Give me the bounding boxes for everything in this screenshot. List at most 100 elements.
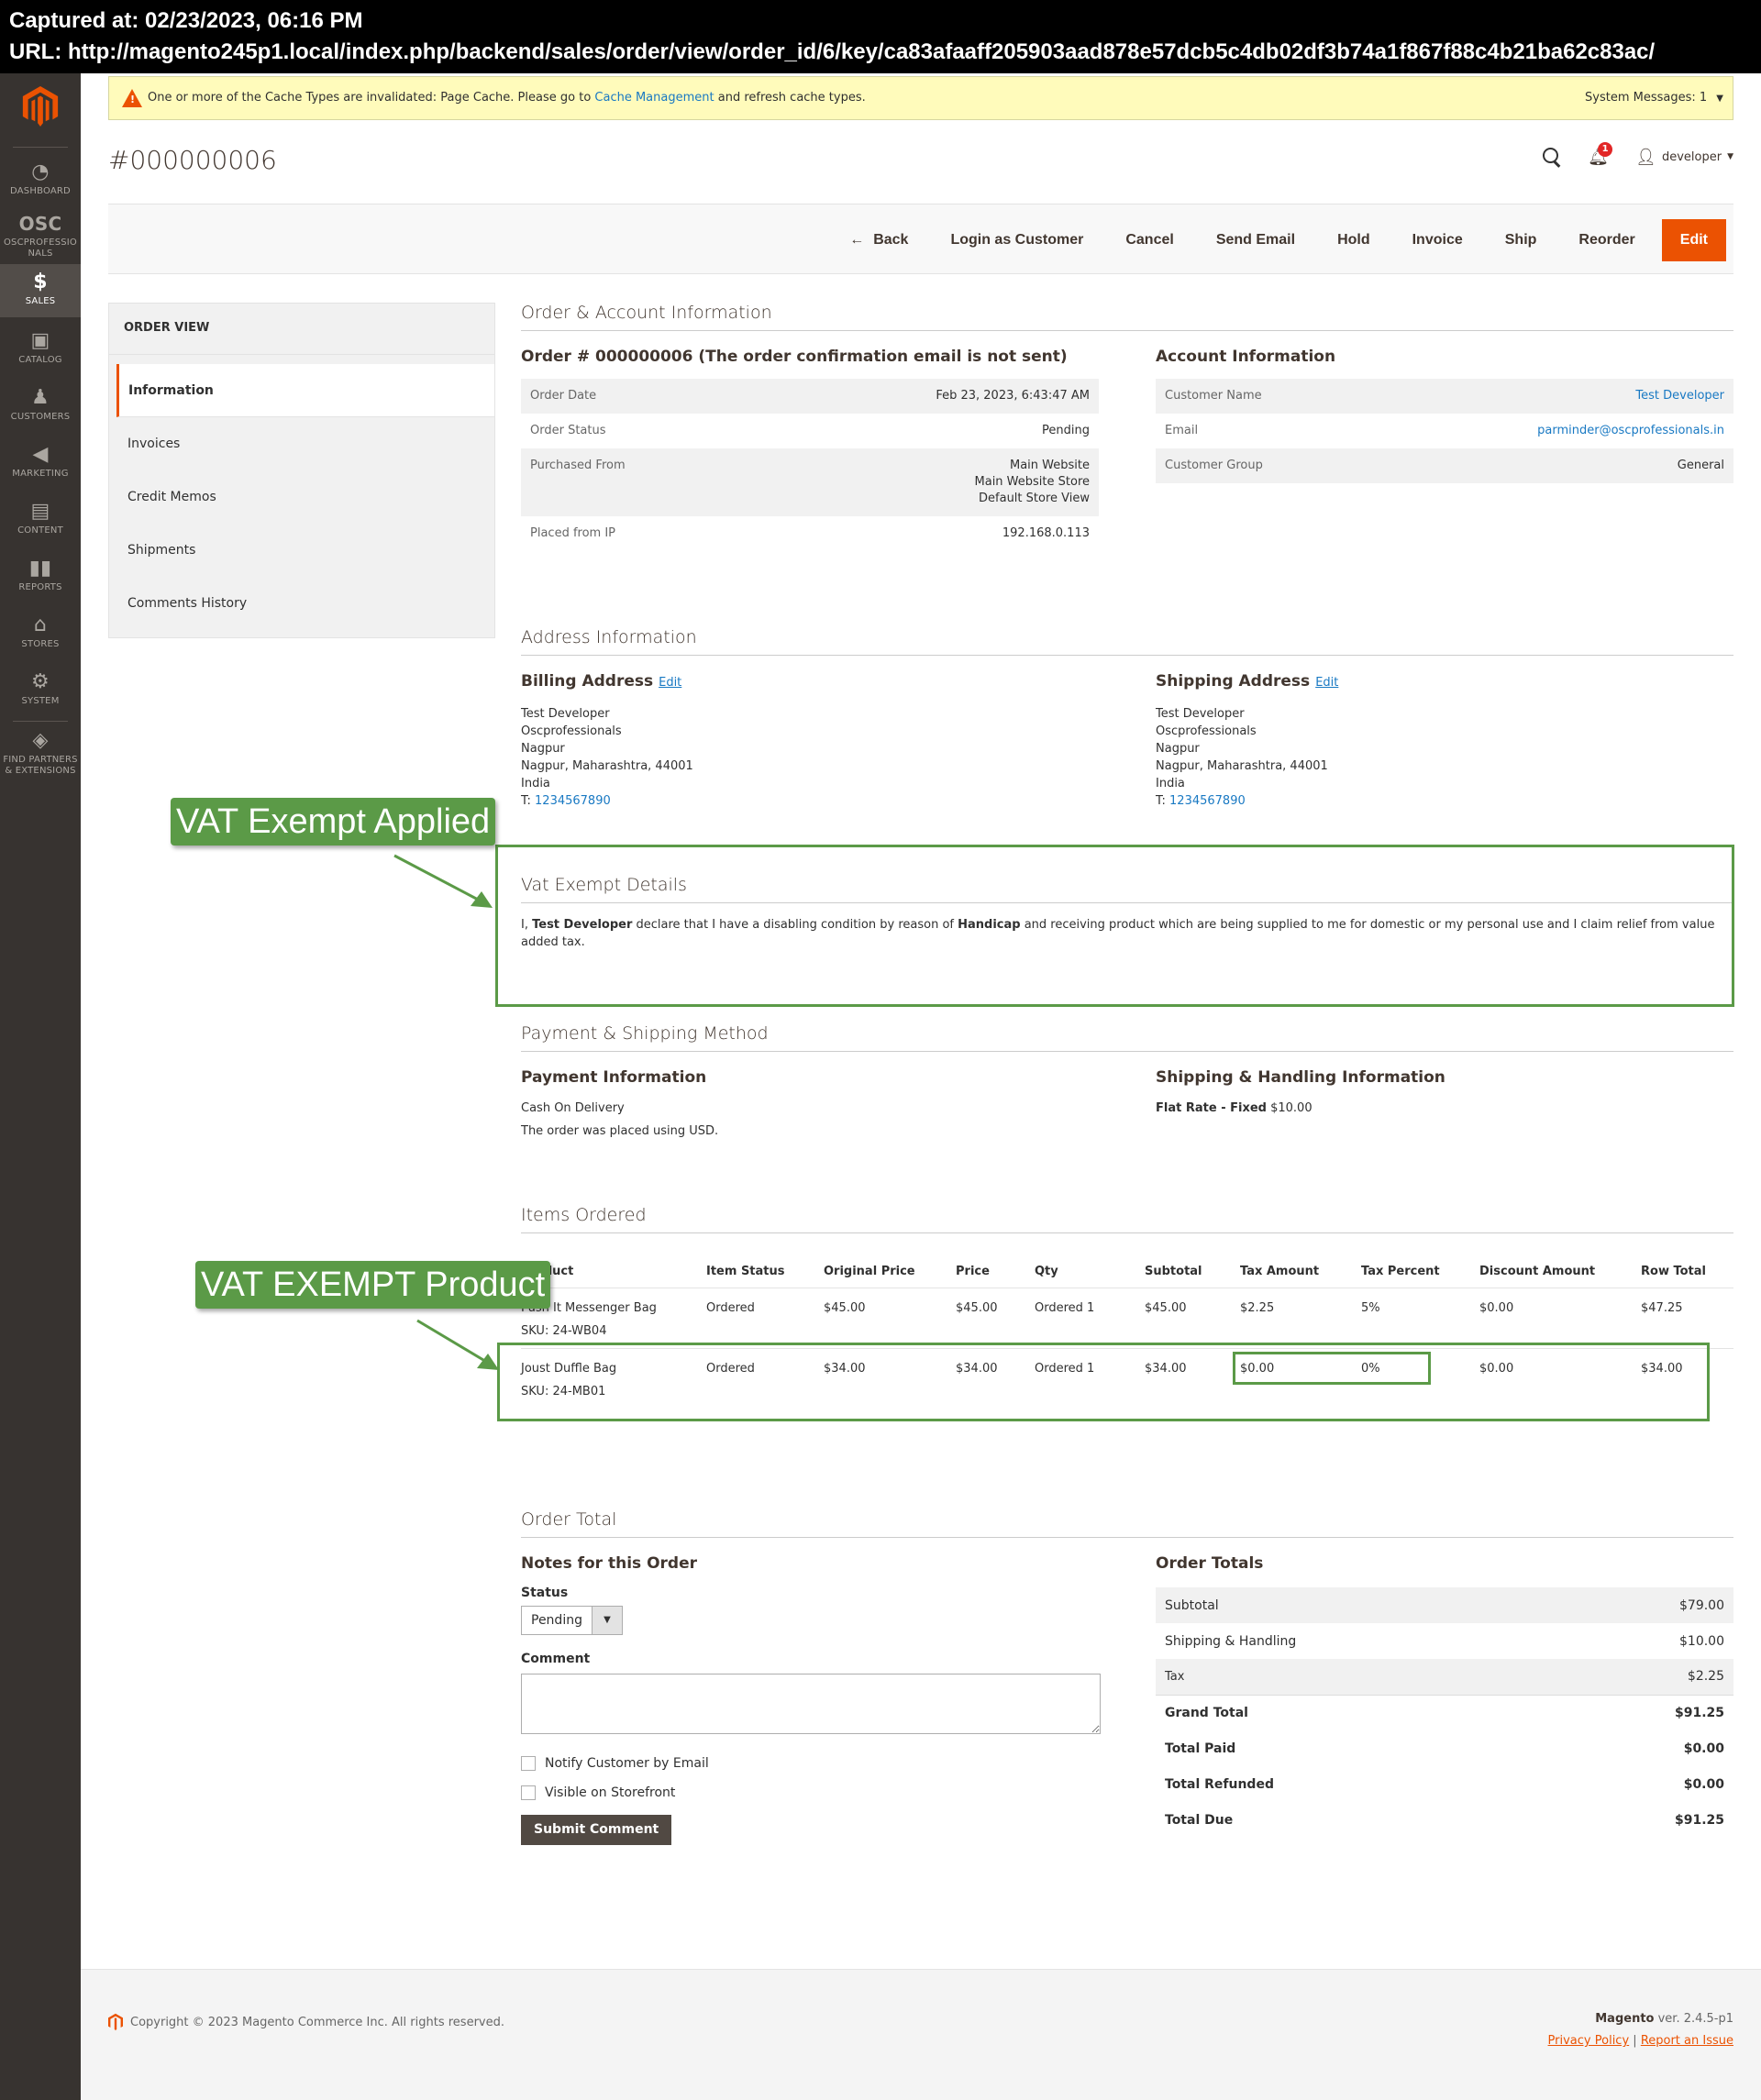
info-row: Customer Group General xyxy=(1156,448,1733,483)
notice-text-end: and refresh cache types. xyxy=(714,91,866,105)
checkbox[interactable] xyxy=(521,1756,536,1771)
totals-row: Shipping & Handling $10.00 xyxy=(1156,1623,1733,1659)
search-icon[interactable] xyxy=(1542,147,1562,167)
box-icon: ▣ xyxy=(30,329,50,352)
column-header: Qty xyxy=(1035,1255,1145,1288)
notifications-button[interactable]: 🔔︎ 1 xyxy=(1588,141,1613,167)
comment-label: Comment xyxy=(521,1652,591,1666)
send-email-button[interactable]: Send Email xyxy=(1195,219,1316,261)
reorder-button[interactable]: Reorder xyxy=(1557,219,1656,261)
sidebar-item-stores[interactable]: ⌂ STORES xyxy=(0,611,81,660)
tabs-title: ORDER VIEW xyxy=(109,304,494,355)
sidebar-item-label: STORES xyxy=(21,639,60,649)
chevron-down-icon: ▼ xyxy=(1716,94,1723,104)
tab-comments-history[interactable]: Comments History xyxy=(109,577,494,630)
sidebar-item-customers[interactable]: ♟ CUSTOMERS xyxy=(0,383,81,433)
brand-name: Magento xyxy=(1595,2012,1655,2026)
report-issue-link[interactable]: Report an Issue xyxy=(1641,2034,1733,2048)
sidebar-item-partners[interactable]: ◈ FIND PARTNERS & EXTENSIONS xyxy=(0,726,81,785)
phone-prefix: T: xyxy=(1156,794,1170,808)
shipping-method-name: Flat Rate - Fixed xyxy=(1156,1101,1267,1115)
order-heading: Order # 000000006 (The order confirmatio… xyxy=(521,348,1068,366)
order-date-value: Feb 23, 2023, 6:43:47 AM xyxy=(750,379,1099,414)
qty: Ordered 1 xyxy=(1035,1301,1095,1315)
privacy-policy-link[interactable]: Privacy Policy xyxy=(1548,2034,1630,2048)
account-info: Account Information Customer Name Test De… xyxy=(1156,348,1733,551)
sidebar-item-oscprofessionals[interactable]: OSC OSCPROFESSIO NALS xyxy=(0,209,81,262)
table-row: Push It Messenger Bag SKU: 24-WB04 Ordere… xyxy=(521,1288,1733,1349)
user-name: developer xyxy=(1661,149,1722,164)
vat-exempt-highlight xyxy=(495,845,1734,1007)
edit-button[interactable]: Edit xyxy=(1661,219,1726,261)
arrow-left-icon: ← xyxy=(849,232,865,248)
user-menu[interactable]: 👤︎ developer ▼ xyxy=(1635,148,1733,167)
submit-comment-button[interactable]: Submit Comment xyxy=(521,1815,672,1845)
edit-billing-link[interactable]: Edit xyxy=(659,676,681,690)
back-button[interactable]: ← Back xyxy=(828,219,929,261)
account-info-table: Customer Name Test Developer Email parmind… xyxy=(1156,379,1733,483)
visible-storefront-checkbox[interactable]: Visible on Storefront xyxy=(521,1785,1099,1800)
magento-logo-icon xyxy=(108,2013,123,2031)
address-line: Oscprofessionals xyxy=(521,724,622,738)
invoice-button[interactable]: Invoice xyxy=(1391,219,1484,261)
sidebar-item-reports[interactable]: ▮▮ REPORTS xyxy=(0,554,81,603)
cancel-button[interactable]: Cancel xyxy=(1104,219,1194,261)
magento-logo-icon[interactable] xyxy=(22,86,59,127)
zero-tax-highlight xyxy=(1233,1352,1431,1385)
tab-invoices[interactable]: Invoices xyxy=(109,417,494,470)
sidebar-item-marketing[interactable]: ◀ MARKETING xyxy=(0,440,81,490)
shipping-phone-link[interactable]: 1234567890 xyxy=(1169,794,1246,808)
system-messages-toggle[interactable]: System Messages: 1 ▼ xyxy=(1585,77,1723,120)
ship-button[interactable]: Ship xyxy=(1484,219,1558,261)
comment-input[interactable] xyxy=(521,1674,1101,1734)
totals-row: Subtotal $79.00 xyxy=(1156,1587,1733,1623)
sidebar-item-dashboard[interactable]: ◔ DASHBOARD xyxy=(0,158,81,204)
notification-badge: 1 xyxy=(1598,141,1613,157)
sidebar-item-catalog[interactable]: ▣ CATALOG xyxy=(0,326,81,376)
sidebar-item-sales[interactable]: $ SALES xyxy=(0,264,81,317)
sidebar-item-content[interactable]: ▤ CONTENT xyxy=(0,497,81,547)
grand-total-value: $91.25 xyxy=(1553,1694,1733,1730)
section-title: Payment & Shipping Method xyxy=(521,1023,1733,1052)
info-label: Purchased From xyxy=(521,448,751,516)
address-line: India xyxy=(521,777,550,790)
sidebar-item-label: MARKETING xyxy=(12,469,69,479)
bar-chart-icon: ▮▮ xyxy=(28,557,52,580)
column-header: Tax Percent xyxy=(1361,1255,1479,1288)
totals-row: Total Paid $0.00 xyxy=(1156,1730,1733,1766)
notify-customer-checkbox[interactable]: Notify Customer by Email xyxy=(521,1756,1099,1771)
status-label: Status xyxy=(521,1586,569,1600)
customer-email-link[interactable]: parminder@oscprofessionals.in xyxy=(1537,424,1724,437)
totals-row: Grand Total $91.25 xyxy=(1156,1694,1733,1730)
price: $45.00 xyxy=(956,1301,998,1315)
login-as-customer-button[interactable]: Login as Customer xyxy=(929,219,1104,261)
capture-timestamp: Captured at: 02/23/2023, 06:16 PM xyxy=(9,8,363,33)
section-title: Order & Account Information xyxy=(521,303,1733,331)
totals-table: Subtotal $79.00 Shipping & Handling $10.00… xyxy=(1156,1587,1733,1838)
total-value: $2.25 xyxy=(1553,1659,1733,1695)
customer-group-value: General xyxy=(1364,448,1733,483)
tab-information[interactable]: Information xyxy=(116,364,494,417)
system-messages-count: System Messages: 1 xyxy=(1585,91,1708,105)
billing-phone-link[interactable]: 1234567890 xyxy=(535,794,611,808)
tab-credit-memos[interactable]: Credit Memos xyxy=(109,470,494,524)
order-info-table: Order Date Feb 23, 2023, 6:43:47 AM Order… xyxy=(521,379,1099,551)
sidebar-item-label: DASHBOARD xyxy=(10,186,71,196)
copyright: Copyright © 2023 Magento Commerce Inc. A… xyxy=(108,2012,504,2032)
customer-name-link[interactable]: Test Developer xyxy=(1635,389,1724,403)
tab-shipments[interactable]: Shipments xyxy=(109,524,494,577)
store-view: Default Store View xyxy=(979,492,1090,505)
sidebar-item-system[interactable]: ⚙ SYSTEM xyxy=(0,668,81,717)
hold-button[interactable]: Hold xyxy=(1316,219,1391,261)
megaphone-icon: ◀ xyxy=(32,443,49,466)
info-label: Placed from IP xyxy=(530,526,616,540)
checkbox[interactable] xyxy=(521,1785,536,1800)
osc-logo-icon: OSC xyxy=(18,213,62,235)
sidebar-item-label: REPORTS xyxy=(18,582,62,592)
status-select[interactable]: Pending ▼ xyxy=(521,1606,623,1635)
cache-management-link[interactable]: Cache Management xyxy=(594,91,714,105)
total-label: Shipping & Handling xyxy=(1165,1633,1297,1649)
system-message-bar: One or more of the Cache Types are inval… xyxy=(108,76,1733,120)
edit-shipping-link[interactable]: Edit xyxy=(1315,676,1338,690)
order-notes: Notes for this Order Status Pending ▼ Com… xyxy=(521,1554,1101,1845)
